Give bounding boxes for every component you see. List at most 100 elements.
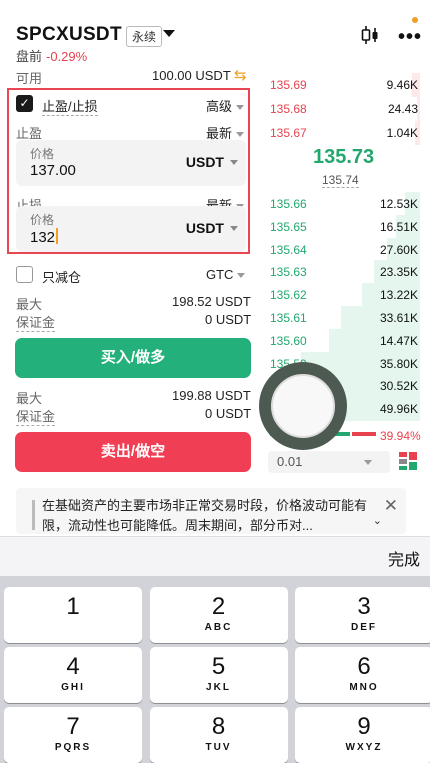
tp-trigger-type: 最新 xyxy=(206,126,233,141)
price-change: -0.29% xyxy=(46,49,88,64)
sell-ratio: 39.94% xyxy=(380,429,421,443)
key-2[interactable]: 2 ABC xyxy=(149,587,288,643)
caret-down-icon xyxy=(230,160,238,165)
key-letters: WXYZ xyxy=(345,742,383,753)
sell-margin-label: 保证金 xyxy=(16,406,56,426)
bid-row[interactable]: 135.62 13.22K xyxy=(268,283,420,308)
caret-down-icon xyxy=(236,105,245,111)
done-button[interactable]: 完成 xyxy=(388,546,420,570)
bid-price: 135.61 xyxy=(270,311,307,325)
key-1[interactable]: 1 xyxy=(4,587,142,643)
bid-row[interactable]: 135.63 23.35K xyxy=(268,260,420,285)
buy-max-value: 198.52 USDT xyxy=(172,294,251,309)
notice-accent-bar xyxy=(32,500,35,530)
close-icon[interactable]: ✕ xyxy=(384,496,398,516)
bid-price: 135.65 xyxy=(270,219,307,234)
notice-text: 在基础资产的主要市场非正常交易时段，价格波动可能有限，流动性也可能降低。周末期间… xyxy=(42,498,368,533)
tp-price-value[interactable]: 137.00 xyxy=(30,162,76,179)
ask-price: 135.67 xyxy=(270,126,307,140)
ask-qty: 9.46K xyxy=(386,78,418,92)
more-menu-icon[interactable]: ••• xyxy=(398,26,422,49)
bid-row[interactable]: 135.66 12.53K xyxy=(268,192,420,216)
mark-price[interactable]: 135.74 xyxy=(322,173,359,188)
key-6[interactable]: 6 MNO xyxy=(295,647,430,703)
bid-price: 135.64 xyxy=(270,242,307,257)
notification-dot xyxy=(412,17,418,23)
buy-long-button[interactable]: 买入/做多 xyxy=(15,338,251,378)
key-letters: PQRS xyxy=(54,742,92,753)
last-price[interactable]: 135.73 xyxy=(313,146,374,169)
sell-short-button[interactable]: 卖出/做空 xyxy=(15,432,251,472)
bid-row[interactable]: 135.60 14.47K xyxy=(268,328,420,353)
key-digit: 6 xyxy=(357,653,371,680)
pair-symbol[interactable]: SPCXUSDT xyxy=(16,24,122,46)
sl-price-label: 价格 xyxy=(30,213,55,227)
key-digit: 5 xyxy=(211,653,226,680)
tif-value: GTC xyxy=(206,267,234,282)
ask-qty: 24.43 xyxy=(387,102,418,116)
reduce-only-label: 只减仓 xyxy=(42,270,82,285)
sell-max-value: 199.88 USDT xyxy=(172,388,251,403)
sl-unit[interactable]: USDT xyxy=(186,220,224,236)
key-letters: DEF xyxy=(351,622,377,633)
sell-ratio-bar xyxy=(352,432,376,436)
tif-dropdown[interactable]: GTC xyxy=(206,267,246,282)
key-7[interactable]: 7 PQRS xyxy=(4,707,142,763)
stop-loss-price-field[interactable]: 价格 132 USDT xyxy=(16,206,246,252)
session-label: 盘前 xyxy=(16,49,43,64)
bid-qty: 16.51K xyxy=(379,219,418,234)
key-digit: 8 xyxy=(211,713,226,740)
sell-margin-value: 0 USDT xyxy=(205,406,252,421)
ask-row[interactable]: 135.69 9.46K xyxy=(268,73,420,97)
key-digit: 7 xyxy=(66,713,80,740)
trade-screen: SPCXUSDT 永续 盘前 -0.29% ••• 可用 100.00 USDT … xyxy=(0,0,430,763)
available-label: 可用 xyxy=(16,71,43,86)
sell-max-label: 最大 xyxy=(16,391,43,406)
sl-price-value: 132 xyxy=(30,229,56,246)
sl-price-input[interactable]: 132 xyxy=(30,228,59,246)
tp-unit[interactable]: USDT xyxy=(186,154,224,170)
key-3[interactable]: 3 DEF xyxy=(295,587,430,643)
bid-price: 135.62 xyxy=(270,288,307,303)
candlestick-chart-icon[interactable] xyxy=(360,24,380,46)
key-5[interactable]: 5 JKL xyxy=(149,647,288,703)
ask-qty: 1.04K xyxy=(386,126,418,140)
caret-down-icon xyxy=(364,460,373,466)
key-9[interactable]: 9 WXYZ xyxy=(295,707,430,763)
price-step-select[interactable]: 0.01 xyxy=(268,451,390,473)
contract-type-badge: 永续 xyxy=(126,26,163,47)
caret-down-icon xyxy=(230,226,238,231)
price-step-value: 0.01 xyxy=(277,454,303,469)
bid-qty: 30.52K xyxy=(379,379,418,394)
bid-qty: 12.53K xyxy=(379,197,418,211)
bid-row[interactable]: 135.61 33.61K xyxy=(268,306,420,330)
buy-max-label: 最大 xyxy=(16,297,43,312)
reduce-only-checkbox[interactable] xyxy=(16,266,33,283)
key-letters: TUV xyxy=(205,742,232,753)
take-profit-price-field[interactable]: 价格 137.00 USDT xyxy=(16,140,246,186)
tpsl-checkbox[interactable]: ✓ xyxy=(16,95,33,112)
bid-row[interactable]: 135.65 16.51K xyxy=(268,214,420,239)
tpsl-label: 止盈/止损 xyxy=(42,96,98,116)
transfer-icon[interactable]: ⇆ xyxy=(234,66,247,84)
ask-row[interactable]: 135.67 1.04K xyxy=(268,121,420,145)
bid-price: 135.63 xyxy=(270,265,307,280)
floating-assistant-inner xyxy=(271,374,335,438)
orderbook-layout-icon[interactable] xyxy=(398,451,418,471)
key-letters: MNO xyxy=(349,682,379,693)
chevron-down-icon[interactable]: ⌄ xyxy=(373,514,382,527)
tpsl-mode-dropdown[interactable]: 高级 xyxy=(206,96,245,115)
bid-row[interactable]: 135.64 27.60K xyxy=(268,237,420,262)
key-letters: GHI xyxy=(61,682,85,693)
caret-down-icon xyxy=(237,273,246,279)
bid-qty: 23.35K xyxy=(379,265,418,280)
bid-qty: 35.80K xyxy=(379,356,418,371)
key-4[interactable]: 4 GHI xyxy=(4,647,142,703)
bid-price: 135.66 xyxy=(270,197,307,211)
pair-dropdown-caret[interactable] xyxy=(163,30,175,37)
key-8[interactable]: 8 TUV xyxy=(149,707,288,763)
ask-price: 135.69 xyxy=(270,78,307,92)
tpsl-mode: 高级 xyxy=(206,99,233,114)
ask-row[interactable]: 135.68 24.43 xyxy=(268,97,420,121)
market-hours-notice[interactable]: 在基础资产的主要市场非正常交易时段，价格波动可能有限，流动性也可能降低。周末期间… xyxy=(16,488,406,534)
